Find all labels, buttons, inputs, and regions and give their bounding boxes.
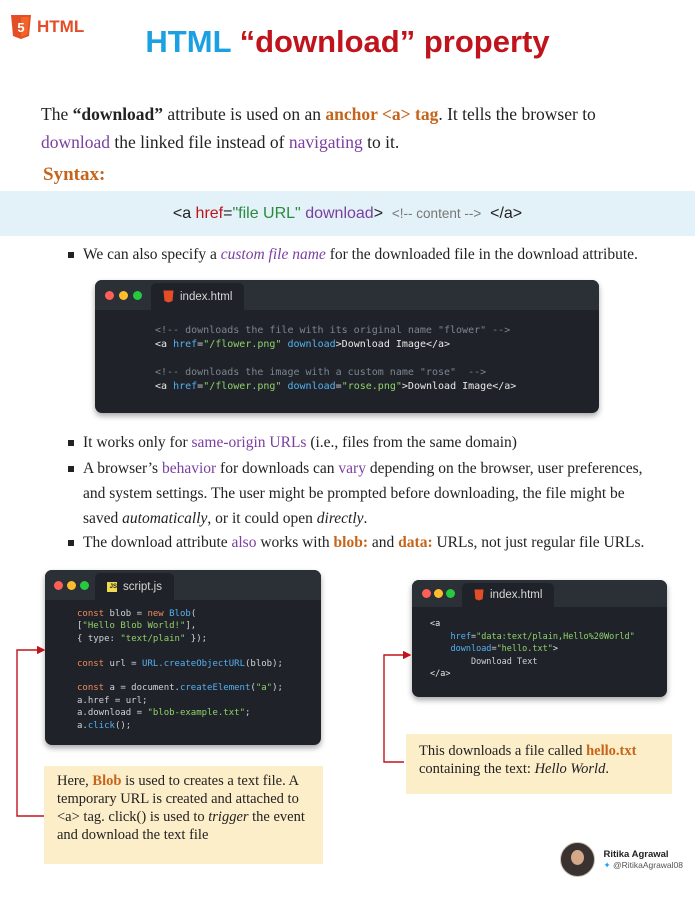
- note-hello-txt: This downloads a file called hello.txt c…: [406, 734, 672, 794]
- author-name: Ritika Agrawal: [603, 848, 669, 860]
- author-card: Ritika Agrawal ✦ @RitikaAgrawal08: [560, 842, 683, 877]
- author-handle[interactable]: ✦ @RitikaAgrawal08: [603, 860, 683, 871]
- note-blob-explanation: Here, Blob is used to creates a text fil…: [44, 766, 323, 864]
- twitter-bird-icon: ✦: [603, 859, 611, 870]
- avatar: [560, 842, 596, 877]
- arrow-note1-to-script: [16, 645, 46, 817]
